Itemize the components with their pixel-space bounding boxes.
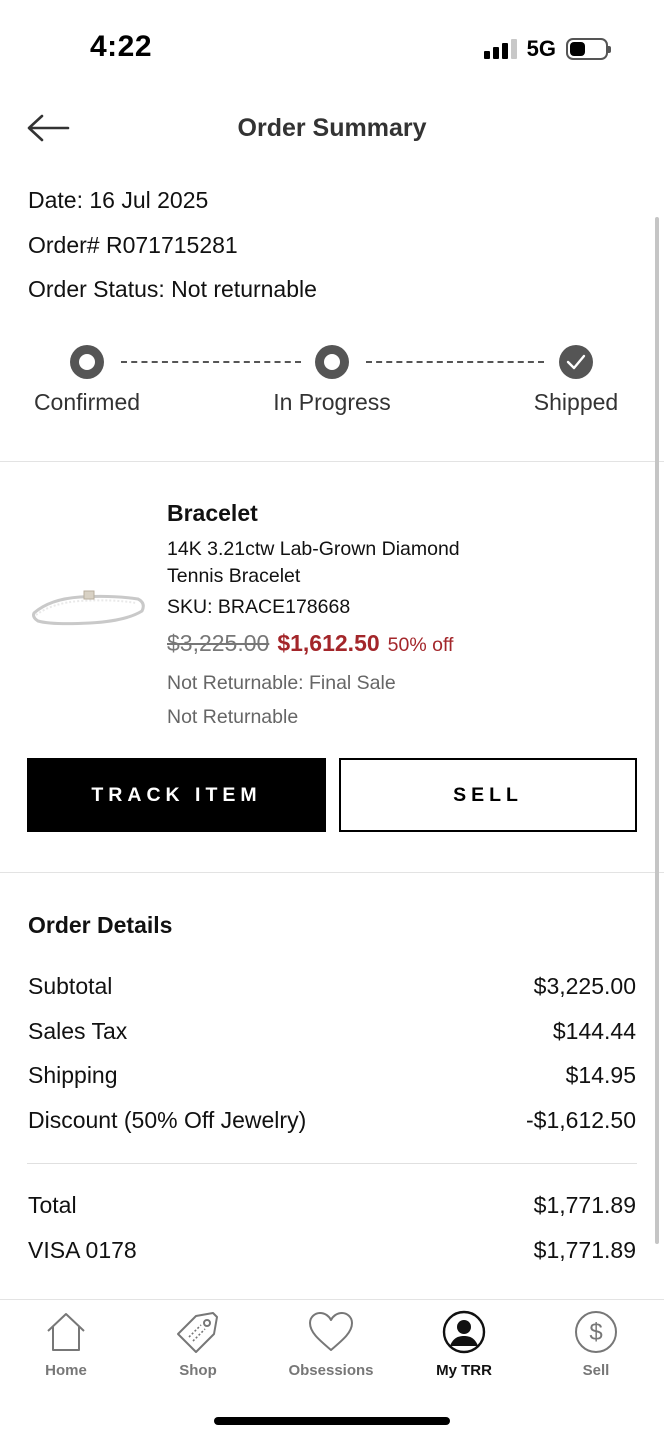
tab-shop[interactable]: Shop: [138, 1308, 258, 1379]
step-label: Confirmed: [33, 389, 141, 415]
order-details-list: Subtotal $3,225.00 Sales Tax $144.44 Shi…: [28, 964, 636, 1142]
detail-value: -$1,612.50: [526, 1106, 636, 1133]
home-icon: [42, 1308, 90, 1356]
order-totals-list: Total $1,771.89 VISA 0178 $1,771.89: [28, 1183, 636, 1272]
detail-row-discount: Discount (50% Off Jewelry) -$1,612.50: [28, 1098, 636, 1143]
dollar-icon: $: [572, 1308, 620, 1356]
tab-label: Home: [45, 1362, 87, 1379]
tag-icon: [174, 1308, 222, 1356]
section-divider: [0, 872, 664, 873]
section-divider: [0, 461, 664, 462]
payment-row: VISA 0178 $1,771.89: [28, 1228, 636, 1273]
discount-badge: 50% off: [387, 634, 454, 656]
tab-home[interactable]: Home: [6, 1308, 126, 1379]
status-time: 4:22: [90, 30, 153, 63]
return-policy: Not Returnable: Final Sale: [167, 672, 396, 694]
status-icons: 5G: [483, 36, 611, 62]
detail-label: Sales Tax: [28, 1017, 128, 1044]
price-row: $3,225.00 $1,612.50 50% off: [167, 630, 637, 666]
order-meta: Date: 16 Jul 2025 Order# R071715281 Orde…: [28, 184, 317, 318]
detail-value: $14.95: [565, 1062, 636, 1088]
tab-label: Obsessions: [288, 1362, 374, 1379]
step-pending-icon: [315, 345, 349, 379]
tab-my-trr[interactable]: My TRR: [404, 1308, 524, 1379]
total-row: Total $1,771.89: [28, 1183, 636, 1228]
product-brand: Bracelet: [167, 500, 258, 526]
step-shipped: Shipped: [486, 340, 664, 416]
tennis-bracelet-image[interactable]: [30, 585, 148, 645]
order-status: Order Status: Not returnable: [28, 276, 317, 302]
network-label: 5G: [526, 36, 556, 61]
detail-value: $3,225.00: [533, 973, 636, 999]
product-sku: SKU: BRACE178668: [167, 596, 351, 618]
detail-label: Discount (50% Off Jewelry): [28, 1106, 307, 1133]
tab-label: My TRR: [436, 1362, 492, 1379]
sale-price: $1,612.50: [277, 630, 380, 656]
tab-obsessions[interactable]: Obsessions: [271, 1308, 391, 1379]
return-status: Not Returnable: [167, 706, 299, 728]
checkmark-icon: [559, 345, 593, 379]
detail-row-subtotal: Subtotal $3,225.00: [28, 964, 636, 1009]
detail-label: Subtotal: [28, 973, 113, 999]
track-item-button[interactable]: TRACK ITEM: [27, 758, 326, 832]
svg-text:$: $: [589, 1319, 602, 1346]
step-label: Shipped: [533, 389, 619, 415]
totals-divider: [27, 1163, 637, 1164]
product-info: Bracelet 14K 3.21ctw Lab-Grown Diamond T…: [167, 500, 637, 734]
detail-row-shipping: Shipping $14.95: [28, 1053, 636, 1098]
sell-button[interactable]: SELL: [339, 758, 637, 832]
payment-label: VISA 0178: [28, 1236, 137, 1263]
page-title: Order Summary: [237, 114, 427, 142]
order-progress-stepper: Confirmed In Progress Shipped: [0, 340, 664, 430]
detail-value: $144.44: [552, 1017, 636, 1044]
step-pending-icon: [70, 345, 104, 379]
tab-sell[interactable]: $ Sell: [536, 1308, 656, 1379]
tab-label: Sell: [582, 1362, 610, 1379]
original-price: $3,225.00: [167, 630, 270, 656]
detail-label: Shipping: [28, 1062, 118, 1088]
battery-icon: [566, 38, 611, 60]
heart-icon: [307, 1308, 355, 1356]
scrollbar[interactable]: [655, 217, 659, 1244]
payment-value: $1,771.89: [533, 1236, 636, 1263]
product-name[interactable]: 14K 3.21ctw Lab-Grown Diamond Tennis Bra…: [167, 536, 507, 590]
step-confirmed: Confirmed: [0, 340, 177, 416]
step-label: In Progress: [273, 389, 391, 415]
order-details-title: Order Details: [28, 912, 173, 938]
signal-icon: [483, 39, 517, 59]
total-value: $1,771.89: [533, 1192, 636, 1218]
total-label: Total: [28, 1192, 77, 1218]
tab-label: Shop: [179, 1362, 217, 1379]
home-indicator: [214, 1417, 450, 1425]
order-number: Order# R071715281: [28, 231, 238, 258]
detail-row-sales-tax: Sales Tax $144.44: [28, 1009, 636, 1054]
order-date: Date: 16 Jul 2025: [28, 187, 209, 213]
header: Order Summary: [0, 100, 664, 160]
step-in-progress: In Progress: [242, 340, 422, 416]
status-bar: 4:22 5G: [0, 0, 664, 100]
profile-icon: [440, 1308, 488, 1356]
